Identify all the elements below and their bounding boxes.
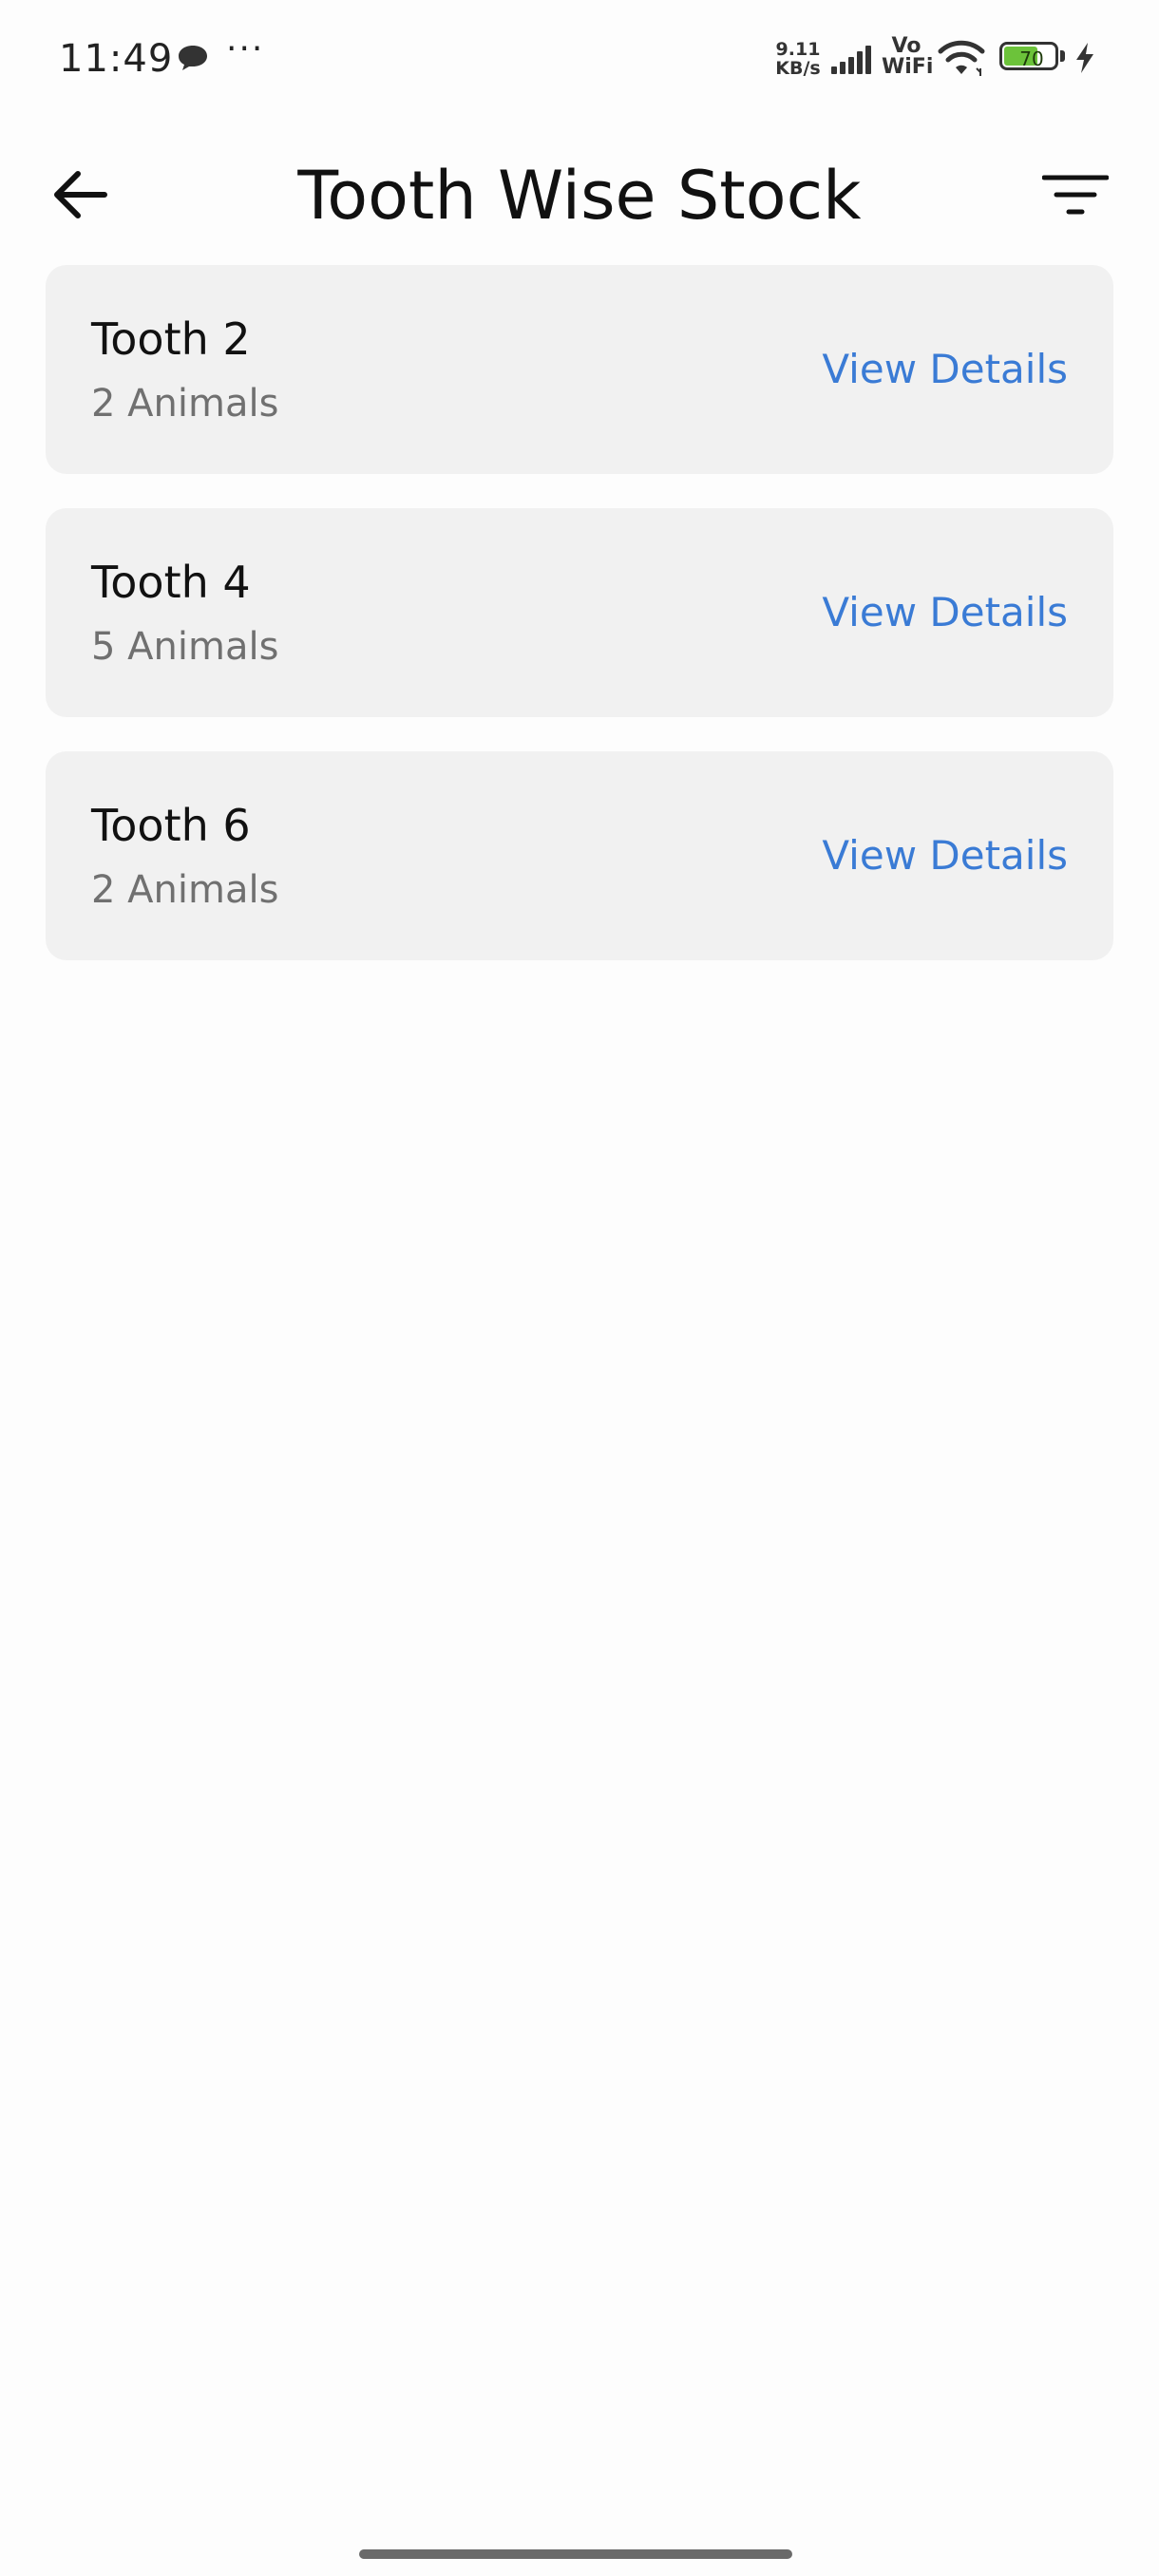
vowifi-vo: Vo	[891, 34, 922, 58]
view-details-link[interactable]: View Details	[822, 829, 1068, 882]
battery-icon: 70	[999, 42, 1068, 74]
list-item-animal-count: 2 Animals	[91, 868, 279, 912]
vowifi-indicator: Vo WiFi	[882, 34, 934, 79]
view-details-link[interactable]: View Details	[822, 343, 1068, 396]
view-details-link[interactable]: View Details	[822, 586, 1068, 639]
list-item-title: Tooth 4	[91, 557, 251, 608]
tooth-stock-list: Tooth 2 2 Animals View Details Tooth 4 5…	[46, 265, 1113, 994]
list-item-title: Tooth 6	[91, 800, 251, 851]
more-notifications-icon: ···	[226, 29, 265, 68]
list-item-animal-count: 2 Animals	[91, 382, 279, 426]
home-indicator[interactable]	[359, 2549, 792, 2559]
list-item-title: Tooth 2	[91, 313, 251, 365]
battery-percent: 70	[1019, 47, 1044, 70]
filter-lines-icon	[1042, 175, 1109, 215]
cellular-signal-icon	[831, 46, 871, 74]
app-bar: Tooth Wise Stock	[0, 119, 1159, 261]
message-bubble-icon	[179, 46, 207, 70]
list-item[interactable]: Tooth 2 2 Animals View Details	[46, 265, 1113, 474]
status-time: 11:49	[59, 37, 174, 81]
network-speed: 9.11 KB/s	[773, 40, 823, 78]
filter-button[interactable]	[1037, 157, 1113, 233]
list-item[interactable]: Tooth 6 2 Animals View Details	[46, 751, 1113, 960]
back-button[interactable]	[42, 157, 118, 233]
battery-cap	[1060, 50, 1065, 62]
wifi-icon	[938, 40, 985, 76]
network-speed-unit: KB/s	[775, 58, 821, 79]
network-speed-value: 9.11	[775, 39, 821, 60]
arrow-left-icon	[54, 171, 107, 218]
status-bar: 11:49 ··· 9.11 KB/s Vo WiFi 70	[0, 0, 1159, 119]
battery-body: 70	[999, 42, 1058, 70]
list-item-animal-count: 5 Animals	[91, 625, 279, 669]
vowifi-wifi: WiFi	[882, 55, 934, 79]
page-title: Tooth Wise Stock	[297, 157, 862, 235]
list-item[interactable]: Tooth 4 5 Animals View Details	[46, 508, 1113, 717]
charging-bolt-icon	[1076, 43, 1093, 73]
